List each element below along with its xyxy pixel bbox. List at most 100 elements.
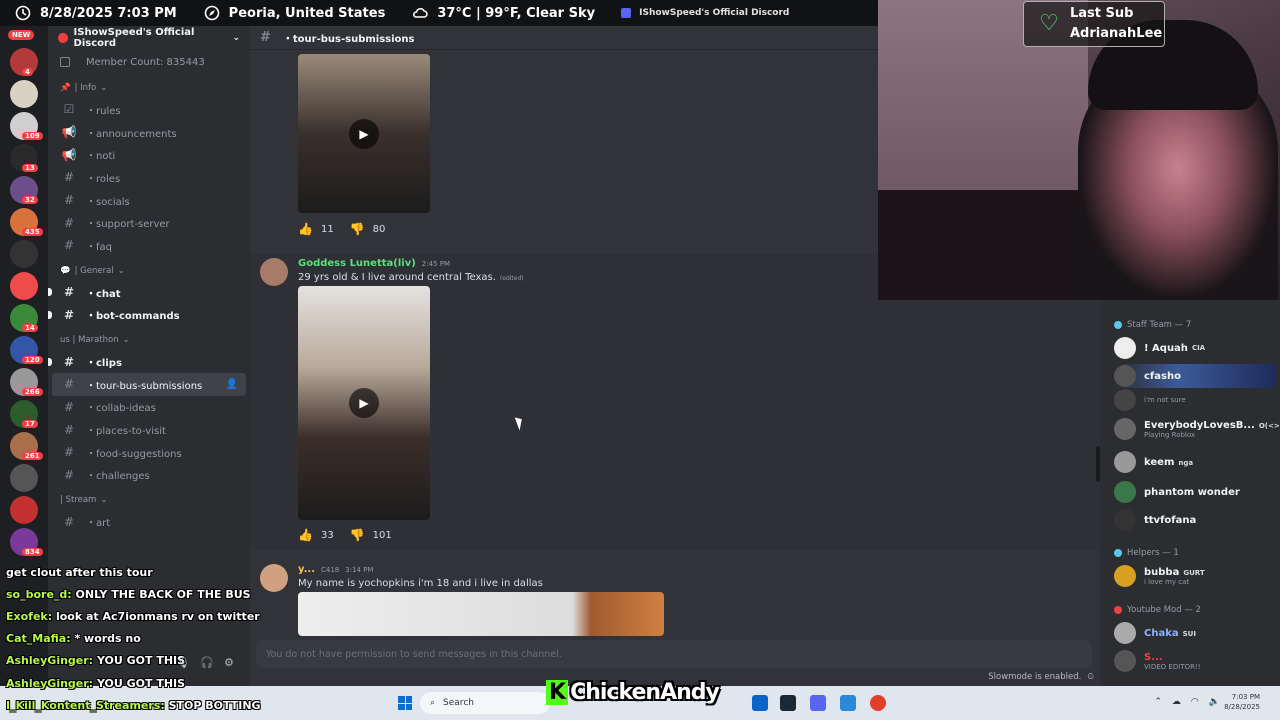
channel-socials[interactable]: # ・socials <box>48 189 250 212</box>
channel-support-server[interactable]: # ・support-server <box>48 211 250 234</box>
app-icon[interactable] <box>840 695 856 711</box>
member-item[interactable]: ! Aquah CIA <box>1114 336 1205 360</box>
speech-bubble-icon: 💬 <box>60 265 71 276</box>
windows-start-icon[interactable] <box>398 696 412 710</box>
hash-icon: # <box>63 422 75 437</box>
message-composer[interactable]: You do not have permission to send messa… <box>256 640 1092 668</box>
channel-roles[interactable]: # ・roles <box>48 166 250 189</box>
microphone-icon[interactable]: 🎙 <box>176 656 190 669</box>
hash-icon: # <box>63 193 75 208</box>
category-info[interactable]: 📌 | Info ⌄ <box>48 78 250 98</box>
channel-clips[interactable]: # ・clips <box>48 350 250 373</box>
steam-icon[interactable] <box>780 695 796 711</box>
channel-announcements[interactable]: 📢 ・announcements <box>48 121 250 144</box>
member-item[interactable]: S... VIDEO EDITOR!! <box>1114 649 1201 673</box>
chat-line: AshleyGinger: YOU GOT THIS <box>6 654 186 667</box>
datetime-display: 8/28/2025 7:03 PM <box>14 4 177 22</box>
kick-logo-icon: K <box>546 680 569 705</box>
member-item[interactable]: EverybodyLovesB... O(<> Playing Roblox <box>1114 417 1280 441</box>
member-item[interactable]: i'm not sure <box>1114 388 1186 412</box>
server-logo-icon <box>58 33 68 43</box>
channel-challenges[interactable]: # ・challenges <box>48 464 250 487</box>
unread-badge: 109 <box>22 132 43 140</box>
category-general[interactable]: 💬 | General ⌄ <box>48 261 250 281</box>
thumbs-up-icon: 👍 <box>298 222 313 236</box>
reaction-thumbs-up[interactable]: 👍 33 <box>298 528 334 542</box>
avatar <box>1114 389 1136 411</box>
taskbar-clock[interactable]: 7:03 PM 8/28/2025 <box>1224 692 1260 712</box>
message-author[interactable]: Goddess Lunetta(liv) 2:45 PM <box>298 258 450 269</box>
avatar <box>1114 622 1136 644</box>
location-display: Peoria, United States <box>203 4 385 22</box>
discord-title: IShowSpeed's Official Discord <box>621 8 789 18</box>
reactions-row: 👍 33 👎 101 <box>298 528 408 542</box>
server-icon[interactable] <box>10 80 38 108</box>
video-attachment[interactable]: ▶ <box>298 54 430 213</box>
server-icon[interactable] <box>10 496 38 524</box>
reactions-row: 👍 11 👎 80 <box>298 222 401 236</box>
chat-line: I_Kill_Kontent_Streamers: STOP BOTTING <box>6 699 261 712</box>
channel-bot-commands[interactable]: # ・bot-commands <box>48 304 250 327</box>
chat-line: get clout after this tour <box>6 566 153 579</box>
member-item[interactable]: phantom wonder <box>1114 480 1240 504</box>
taskbar-search[interactable]: ⌕ Search <box>420 692 550 714</box>
channel-art[interactable]: # ・art <box>48 510 250 533</box>
member-item[interactable]: Chaka SUI <box>1114 621 1196 645</box>
member-category: Staff Team — 7 <box>1114 320 1191 330</box>
channel-faq[interactable]: # ・faq <box>48 234 250 257</box>
gear-icon[interactable]: ⚙ <box>224 656 236 669</box>
server-icon[interactable] <box>10 240 38 268</box>
weather-display: 37°C | 99°F, Clear Sky <box>411 4 595 22</box>
channel-food-suggestions[interactable]: # ・food-suggestions <box>48 441 250 464</box>
server-icon[interactable] <box>10 272 38 300</box>
wifi-icon[interactable]: ◠ <box>1191 697 1199 707</box>
avatar[interactable] <box>260 258 288 286</box>
unread-badge: 435 <box>22 228 43 236</box>
outlook-icon[interactable] <box>752 695 768 711</box>
thumbs-up-icon: 👍 <box>298 528 313 542</box>
megaphone-icon: 📢 <box>61 125 77 140</box>
hash-icon: # <box>63 377 75 392</box>
chevron-up-icon[interactable]: ⌃ <box>1154 697 1162 707</box>
reaction-thumbs-up[interactable]: 👍 11 <box>298 222 334 236</box>
channel-noti[interactable]: 📢 ・noti <box>48 143 250 166</box>
headphones-icon[interactable]: 🎧 <box>200 656 214 669</box>
chat-line: Exofek: look at Ac7ionmans rv on twitter <box>6 610 260 623</box>
cloud-icon[interactable]: ☁ <box>1172 697 1181 707</box>
channel-places-to-visit[interactable]: # ・places-to-visit <box>48 418 250 441</box>
server-header[interactable]: IShowSpeed's Official Discord ⌄ <box>48 26 250 50</box>
category-stream[interactable]: | Stream ⌄ <box>48 490 250 510</box>
member-item[interactable]: bubba GURT i love my cat <box>1114 564 1205 588</box>
discord-icon[interactable] <box>810 695 826 711</box>
member-category: Youtube Mod — 2 <box>1114 605 1201 615</box>
video-attachment[interactable]: ▶ <box>298 286 430 520</box>
channel-collab-ideas[interactable]: # ・collab-ideas <box>48 396 250 419</box>
chat-line: so_bore_d: ONLY THE BACK OF THE BUS <box>6 588 251 601</box>
chrome-icon[interactable] <box>870 695 886 711</box>
hash-icon: # <box>63 514 75 529</box>
category-marathon[interactable]: us | Marathon ⌄ <box>48 330 250 350</box>
invite-icon[interactable]: 👤 <box>226 379 238 390</box>
volume-icon[interactable]: 🔈 <box>1209 697 1220 707</box>
member-item[interactable]: cfasho <box>1114 364 1275 388</box>
checklist-icon: ☑ <box>63 102 75 117</box>
hash-icon: # <box>63 285 75 300</box>
chat-line: AshleyGinger: YOU GOT THIS <box>6 677 186 690</box>
play-icon[interactable]: ▶ <box>349 388 379 418</box>
member-item[interactable]: ttvfofana <box>1114 508 1196 532</box>
server-icon[interactable] <box>10 464 38 492</box>
reaction-thumbs-down[interactable]: 👎 101 <box>350 528 392 542</box>
channel-tour-bus-submissions[interactable]: # ・tour-bus-submissions 👤 <box>52 372 246 396</box>
compass-icon <box>203 4 221 22</box>
member-item[interactable]: keem nga <box>1114 450 1193 474</box>
play-icon[interactable]: ▶ <box>349 118 379 149</box>
channel-chat[interactable]: # ・chat <box>48 281 250 304</box>
chevron-down-icon: ⌄ <box>100 83 108 93</box>
reaction-thumbs-down[interactable]: 👎 80 <box>350 222 386 236</box>
channel-rules[interactable]: ☑ ・rules <box>48 98 250 121</box>
scrollbar[interactable] <box>1096 446 1100 482</box>
hash-icon: # <box>63 307 75 322</box>
image-attachment[interactable] <box>298 592 664 636</box>
chevron-down-icon: ⌄ <box>117 265 125 276</box>
avatar <box>1114 451 1136 473</box>
